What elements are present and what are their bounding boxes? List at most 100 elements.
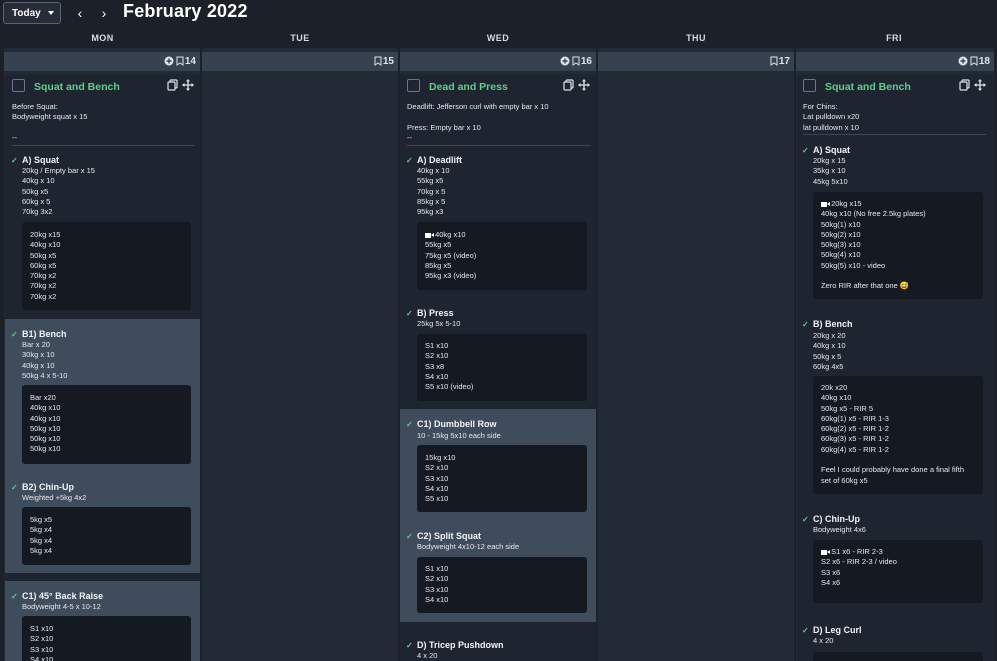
check-icon: ✓ — [802, 146, 809, 155]
exercise-prescription: 25kg 5x 5-10 — [417, 319, 461, 328]
exercise-title[interactable]: A) Squat — [813, 145, 850, 155]
video-camera-icon — [821, 201, 830, 207]
copy-icon[interactable] — [563, 79, 574, 91]
exercise-title[interactable]: C1) 45° Back Raise — [22, 591, 103, 601]
exercise-log: 40kg x10 (No free 2.5kg plates) 50kg(1) … — [821, 209, 926, 291]
workout-notes: For Chins: Lat pulldown x20 lat pulldown… — [803, 102, 860, 132]
exercise-title[interactable]: D) Tricep Pushdown — [417, 640, 504, 650]
exercise-log-first: S1 x6 - RIR 2-3 — [821, 547, 883, 557]
exercise-title[interactable]: D) Leg Curl — [813, 625, 862, 635]
check-icon: ✓ — [406, 156, 413, 165]
date-number: 18 — [978, 56, 990, 67]
workout-checkbox[interactable] — [407, 79, 420, 92]
exercise-prescription: 20kg x 20 40kg x 10 50kg x 5 60kg 4x5 — [813, 331, 846, 371]
chevron-down-icon[interactable] — [48, 11, 54, 15]
add-circle-icon[interactable] — [560, 56, 570, 66]
day-column-thu[interactable] — [598, 48, 794, 661]
exercise-log-box[interactable]: S1 x10 S2 x10 S3 x10 S4 x10 — [22, 616, 191, 661]
toolbar: Today ‹ › February 2022 — [0, 0, 997, 28]
date-number: 14 — [184, 56, 196, 67]
check-icon: ✓ — [406, 309, 413, 318]
move-icon[interactable] — [974, 79, 986, 91]
date-number: 17 — [778, 56, 790, 67]
divider — [12, 145, 195, 146]
exercise-title[interactable]: B) Press — [417, 308, 454, 318]
day-column-tue[interactable] — [202, 48, 398, 661]
next-month-button[interactable]: › — [97, 4, 111, 22]
copy-icon[interactable] — [959, 79, 970, 91]
date-bar-fri: 18 — [796, 52, 994, 71]
copy-icon[interactable] — [167, 79, 178, 91]
exercise-log-first: 40kg x10 — [425, 230, 466, 240]
date-bar-wed: 16 — [400, 52, 596, 71]
bookmark-icon[interactable] — [572, 56, 580, 66]
workout-title[interactable]: Squat and Bench — [825, 81, 911, 93]
workout-title[interactable]: Dead and Press — [429, 81, 508, 93]
check-icon: ✓ — [802, 320, 809, 329]
exercise-log-box[interactable]: Bar x20 40kg x10 40kg x10 50kg x10 50kg … — [22, 385, 191, 464]
exercise-prescription: Bodyweight 4-5 x 10-12 — [22, 602, 101, 611]
exercise-title[interactable]: B1) Bench — [22, 329, 67, 339]
video-camera-icon — [425, 232, 434, 238]
exercise-log-box[interactable] — [813, 652, 983, 661]
workout-notes: Before Squat: Bodyweight squat x 15 — [12, 102, 88, 122]
workout-title[interactable]: Squat and Bench — [34, 81, 120, 93]
exercise-log-box[interactable]: 15kg x10 S2 x10 S3 x10 S4 x10 S5 x10 — [417, 445, 587, 512]
exercise-title[interactable]: A) Deadlift — [417, 155, 462, 165]
exercise-log-box[interactable]: S1 x6 - RIR 2-3 S2 x6 - RIR 2-3 / video … — [813, 540, 983, 603]
exercise-title[interactable]: C2) Split Squat — [417, 531, 481, 541]
exercise-log: 55kg x5 75kg x5 (video) 85kg x5 95kg x3 … — [425, 240, 477, 281]
bookmark-icon[interactable] — [176, 56, 184, 66]
check-icon: ✓ — [802, 515, 809, 524]
prev-month-button[interactable]: ‹ — [73, 4, 87, 22]
add-circle-icon[interactable] — [164, 56, 174, 66]
bookmark-icon[interactable] — [970, 56, 978, 66]
exercise-title[interactable]: A) Squat — [22, 155, 59, 165]
workout-checkbox[interactable] — [803, 79, 816, 92]
exercise-prescription: 20kg x 15 35kg x 10 45kg 5x10 — [813, 156, 848, 186]
log-line: 20kg x15 — [831, 199, 862, 208]
exercise-log-box[interactable]: S1 x10 S2 x10 S3 x10 S4 x10 — [417, 557, 587, 613]
exercise-log: S1 x10 S2 x10 S3 x8 S4 x10 S5 x10 (video… — [425, 341, 474, 392]
notes-separator-text: -- — [407, 133, 412, 142]
check-icon: ✓ — [406, 532, 413, 541]
exercise-title[interactable]: B) Bench — [813, 319, 853, 329]
bookmark-icon[interactable] — [770, 56, 778, 66]
exercise-prescription: 10 - 15kg 5x10 each side — [417, 431, 501, 440]
exercise-title[interactable]: C1) Dumbbell Row — [417, 419, 497, 429]
date-bar-thu: 17 — [598, 52, 794, 71]
exercise-log: S1 x10 S2 x10 S3 x10 S4 x10 — [425, 564, 449, 604]
exercise-log: 5kg x5 5kg x4 5kg x4 5kg x4 — [30, 515, 53, 555]
exercise-log-box[interactable]: 40kg x10 55kg x5 75kg x5 (video) 85kg x5… — [417, 222, 587, 290]
exercise-prescription: Bodyweight 4x10-12 each side — [417, 542, 520, 551]
workout-checkbox[interactable] — [12, 79, 25, 92]
divider — [803, 134, 986, 135]
exercise-log: S2 x6 - RIR 2-3 / video S3 x6 S4 x6 — [821, 557, 897, 587]
video-camera-icon — [821, 549, 830, 555]
bookmark-icon[interactable] — [374, 56, 382, 66]
exercise-title[interactable]: B2) Chin-Up — [22, 482, 74, 492]
check-icon: ✓ — [406, 641, 413, 650]
day-header-mon: MON — [91, 33, 114, 43]
exercise-prescription: Bodyweight 4x6 — [813, 525, 866, 534]
exercise-prescription: 4 x 20 — [813, 636, 834, 645]
exercise-log-box[interactable]: 20k x20 40kg x10 50kg x5 - RIR 5 60kg(1)… — [813, 376, 983, 494]
exercise-log: Bar x20 40kg x10 40kg x10 50kg x10 50kg … — [30, 393, 61, 454]
day-header-wed: WED — [486, 33, 510, 43]
add-circle-icon[interactable] — [958, 56, 968, 66]
log-line: S1 x6 - RIR 2-3 — [831, 547, 883, 556]
exercise-log-box[interactable]: S1 x10 S2 x10 S3 x8 S4 x10 S5 x10 (video… — [417, 334, 587, 401]
check-icon: ✓ — [11, 156, 18, 165]
exercise-log-box[interactable]: 20kg x15 40kg x10 (No free 2.5kg plates)… — [813, 192, 983, 299]
date-number: 16 — [580, 56, 592, 67]
move-icon[interactable] — [578, 79, 590, 91]
date-bar-tue: 15 — [202, 52, 398, 71]
check-icon: ✓ — [11, 483, 18, 492]
exercise-title[interactable]: C) Chin-Up — [813, 514, 860, 524]
exercise-prescription: 40kg x 10 55kg x5 70kg x 5 85kg x 5 95kg… — [417, 166, 450, 217]
move-icon[interactable] — [182, 79, 194, 91]
date-bar-mon: 14 — [4, 52, 200, 71]
today-button[interactable]: Today — [3, 2, 61, 24]
exercise-log-box[interactable]: 5kg x5 5kg x4 5kg x4 5kg x4 — [22, 507, 191, 565]
exercise-log-box[interactable]: 20kg x15 40kg x10 50kg x5 60kg x5 70kg x… — [22, 222, 191, 310]
